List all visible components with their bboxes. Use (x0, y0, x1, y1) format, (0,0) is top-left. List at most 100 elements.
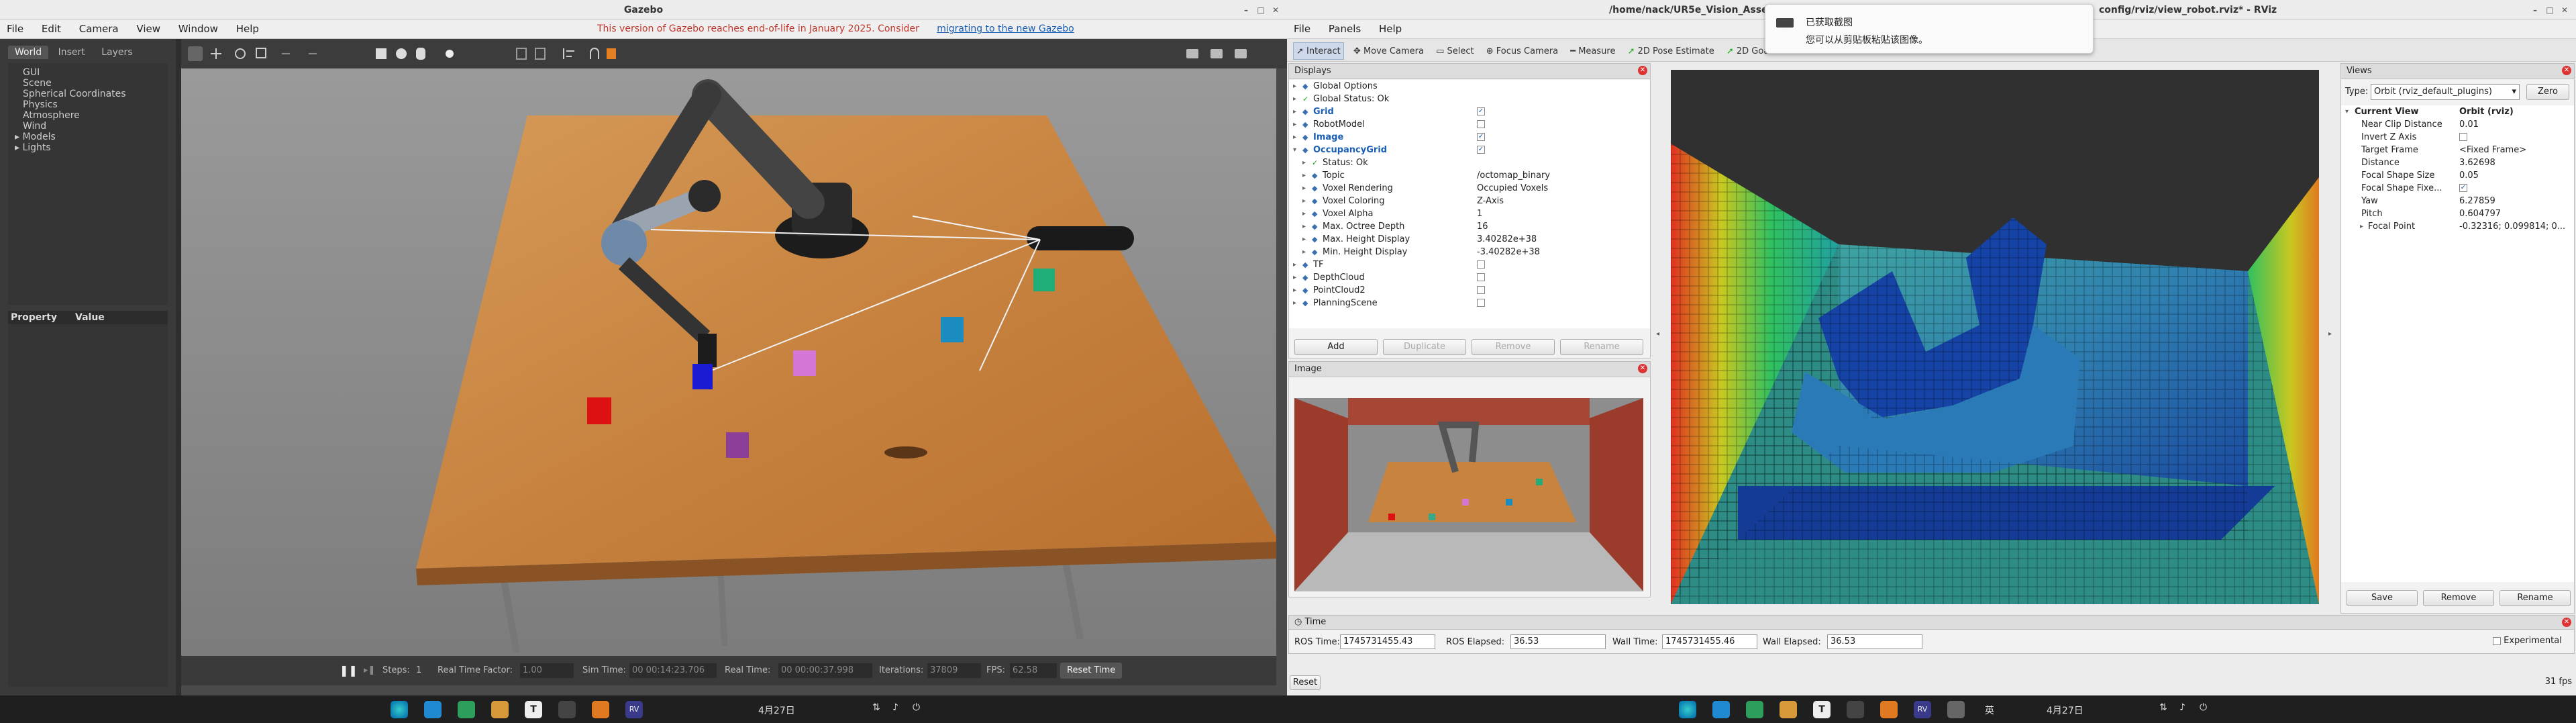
wall-time-field[interactable]: 1745731455.46 (1662, 634, 1757, 649)
display-value[interactable]: 3.40282e+38 (1477, 233, 1537, 246)
expand-arrow-icon[interactable]: ▾ (2345, 105, 2349, 118)
minimize-icon[interactable]: – (1241, 5, 1251, 15)
app-icon[interactable] (458, 701, 475, 718)
expand-arrow-icon[interactable]: ▸ (1302, 156, 1306, 169)
display-row[interactable]: TF ▸ ◆ (1289, 258, 1650, 271)
expand-arrow-icon[interactable]: ▸ (1302, 169, 1306, 182)
menu-file[interactable]: File (1294, 23, 1310, 35)
close-icon[interactable]: ✕ (1638, 66, 1647, 75)
display-value[interactable]: /octomap_binary (1477, 169, 1550, 182)
pause-icon[interactable]: ❚❚ (340, 656, 358, 685)
display-row[interactable]: PointCloud2 ▸ ◆ (1289, 284, 1650, 297)
menu-panels[interactable]: Panels (1329, 23, 1361, 35)
close-icon[interactable]: ✕ (2562, 618, 2571, 627)
expand-arrow-icon[interactable]: ▸ (1302, 233, 1306, 246)
edge-icon[interactable] (391, 701, 408, 718)
minimize-icon[interactable]: – (2530, 5, 2540, 15)
view-checkbox[interactable]: ✓ (2459, 184, 2467, 192)
power-icon[interactable]: ⏻ (2200, 702, 2207, 713)
vscode-icon[interactable] (424, 701, 442, 718)
view-checkbox[interactable] (2459, 133, 2467, 141)
right-dock-collapse-icon[interactable]: ▸ (2328, 330, 2332, 338)
maximize-icon[interactable]: □ (1256, 5, 1266, 15)
tree-item-physics[interactable]: Physics (23, 99, 168, 110)
expand-arrow-icon[interactable]: ▸ (1293, 80, 1296, 93)
reset-time-button[interactable]: Reset Time (1060, 663, 1123, 679)
network-icon[interactable]: ⇅ (2159, 702, 2167, 713)
display-enable-checkbox[interactable]: ✓ (1477, 133, 1485, 141)
expand-arrow-icon[interactable]: ▸ (1293, 118, 1296, 131)
date-left[interactable]: 4月27日 (758, 704, 795, 717)
vscode-icon[interactable] (1712, 701, 1730, 718)
close-icon[interactable]: ✕ (2562, 66, 2571, 75)
ime-indicator[interactable]: 英 (1985, 704, 1994, 717)
menu-file[interactable]: File (7, 23, 23, 35)
save-view-button[interactable]: Save (2347, 590, 2418, 606)
tree-item-atmosphere[interactable]: Atmosphere (23, 110, 168, 121)
display-row[interactable]: OccupancyGrid ▾ ◆ ✓ (1289, 144, 1650, 156)
display-row[interactable]: Topic ▸ ◆ /octomap_binary (1289, 169, 1650, 182)
display-value[interactable]: Occupied Voxels (1477, 182, 1548, 195)
display-row[interactable]: Status: Ok ▸ ✓ (1289, 156, 1650, 169)
display-enable-checkbox[interactable]: ✓ (1477, 146, 1485, 154)
display-row[interactable]: Voxel Alpha ▸ ◆ 1 (1289, 207, 1650, 220)
expand-arrow-icon[interactable]: ▸ (1293, 105, 1296, 118)
display-enable-checkbox[interactable] (1477, 299, 1485, 307)
ros-elapsed-field[interactable]: 36.53 (1510, 634, 1606, 649)
side-splitter[interactable] (176, 39, 181, 695)
rviz-icon[interactable]: RV (1914, 701, 1931, 718)
expand-arrow-icon[interactable]: ▸ (1293, 297, 1296, 309)
expand-arrow-icon[interactable]: ▸ (2360, 220, 2363, 233)
view-property-row[interactable]: Current View ▾ Orbit (rviz) (2341, 105, 2574, 118)
menu-edit[interactable]: Edit (42, 23, 61, 35)
expand-arrow-icon[interactable]: ▸ (1302, 246, 1306, 258)
view-property-value[interactable]: 3.62698 (2459, 156, 2495, 169)
display-row[interactable]: Max. Height Display ▸ ◆ 3.40282e+38 (1289, 233, 1650, 246)
zero-button[interactable]: Zero (2526, 84, 2569, 100)
reset-button[interactable]: Reset (1290, 675, 1321, 690)
view-property-value[interactable]: 0.05 (2459, 169, 2479, 182)
volume-icon[interactable]: ♪ (2179, 702, 2185, 713)
display-row[interactable]: Voxel Rendering ▸ ◆ Occupied Voxels (1289, 182, 1650, 195)
menu-window[interactable]: Window (178, 23, 218, 35)
tool-measure[interactable]: ━ Measure (1567, 43, 1618, 60)
tool-2d-pose[interactable]: ➚ 2D Pose Estimate (1625, 43, 1717, 60)
view-property-row[interactable]: Invert Z Axis (2341, 131, 2574, 144)
tree-item-scene[interactable]: Scene (23, 78, 168, 89)
menu-view[interactable]: View (136, 23, 160, 35)
expand-arrow-icon[interactable]: ▸ (1293, 93, 1296, 105)
rename-view-button[interactable]: Rename (2500, 590, 2571, 606)
gazebo-3d-viewport[interactable] (181, 68, 1276, 656)
close-icon[interactable]: ✕ (1638, 364, 1647, 373)
files-icon[interactable] (491, 701, 509, 718)
steps-value[interactable]: 1 (416, 656, 421, 685)
view-property-row[interactable]: Focal Shape Fixe... ✓ (2341, 182, 2574, 195)
edge-icon[interactable] (1679, 701, 1696, 718)
keyboard-icon[interactable] (1947, 701, 1965, 718)
view-property-value[interactable]: -0.32316; 0.099814; 0... (2459, 220, 2565, 233)
maximize-icon[interactable]: □ (2545, 5, 2555, 15)
close-icon[interactable]: ✕ (1271, 5, 1280, 15)
expand-arrow-icon[interactable]: ▾ (1293, 144, 1296, 156)
tree-item-wind[interactable]: Wind (23, 121, 168, 132)
date-right[interactable]: 4月27日 (2047, 704, 2083, 717)
remove-view-button[interactable]: Remove (2423, 590, 2494, 606)
view-property-row[interactable]: Near Clip Distance 0.01 (2341, 118, 2574, 131)
display-value[interactable]: -3.40282e+38 (1477, 246, 1540, 258)
left-dock-collapse-icon[interactable]: ◂ (1656, 330, 1659, 338)
tab-insert[interactable]: Insert (52, 46, 92, 59)
view-property-value[interactable]: 0.01 (2459, 118, 2479, 131)
display-row[interactable]: Voxel Coloring ▸ ◆ Z-Axis (1289, 195, 1650, 207)
tree-item-lights[interactable]: ▸ Lights (15, 142, 168, 153)
experimental-checkbox[interactable]: Experimental (2493, 636, 2562, 646)
terminal-icon[interactable] (1847, 701, 1864, 718)
tab-world[interactable]: World (8, 46, 49, 59)
view-property-row[interactable]: Distance 3.62698 (2341, 156, 2574, 169)
display-enable-checkbox[interactable] (1477, 260, 1485, 269)
view-property-row[interactable]: Pitch 0.604797 (2341, 207, 2574, 220)
add-display-button[interactable]: Add (1294, 339, 1378, 355)
expand-arrow-icon[interactable]: ▸ (1293, 284, 1296, 297)
display-value[interactable]: 16 (1477, 220, 1488, 233)
view-property-row[interactable]: Focal Shape Size 0.05 (2341, 169, 2574, 182)
expand-arrow-icon[interactable]: ▸ (1302, 195, 1306, 207)
